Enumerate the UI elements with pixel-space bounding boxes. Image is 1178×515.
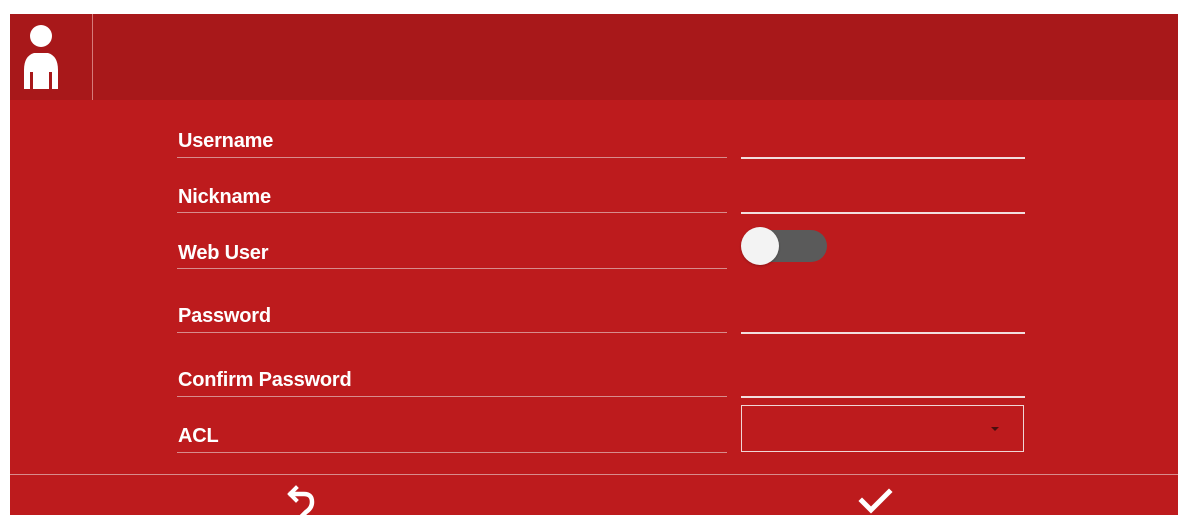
nickname-label: Nickname — [178, 186, 271, 208]
web-user-label-underline — [177, 268, 727, 269]
check-icon — [858, 488, 893, 514]
username-label: Username — [178, 130, 274, 152]
web-user-label: Web User — [178, 242, 269, 264]
nickname-input-underline — [741, 212, 1025, 214]
acl-label: ACL — [178, 425, 219, 447]
nickname-label-underline — [177, 212, 727, 213]
username-label-underline — [177, 157, 727, 158]
password-input[interactable] — [741, 304, 1025, 330]
username-input[interactable] — [741, 130, 1025, 156]
confirm-password-label-underline — [177, 396, 727, 397]
username-input-underline — [741, 157, 1025, 159]
undo-icon — [287, 485, 315, 515]
undo-button[interactable] — [10, 475, 594, 515]
confirm-password-input-underline — [741, 396, 1025, 398]
password-input-underline — [741, 332, 1025, 334]
web-user-toggle[interactable] — [741, 226, 827, 266]
header-divider — [92, 14, 93, 100]
confirm-password-input[interactable] — [741, 368, 1025, 394]
password-label: Password — [178, 305, 271, 327]
panel-header — [10, 14, 1178, 100]
toggle-knob — [741, 227, 779, 265]
user-editor-panel: Username Nickname Web User Password Conf… — [10, 14, 1178, 515]
acl-label-underline — [177, 452, 727, 453]
nickname-input[interactable] — [741, 184, 1025, 210]
confirm-button[interactable] — [594, 475, 1178, 515]
user-icon — [10, 14, 92, 100]
password-label-underline — [177, 332, 727, 333]
confirm-password-label: Confirm Password — [178, 369, 352, 391]
acl-select[interactable] — [741, 405, 1024, 452]
chevron-down-icon — [991, 427, 999, 431]
